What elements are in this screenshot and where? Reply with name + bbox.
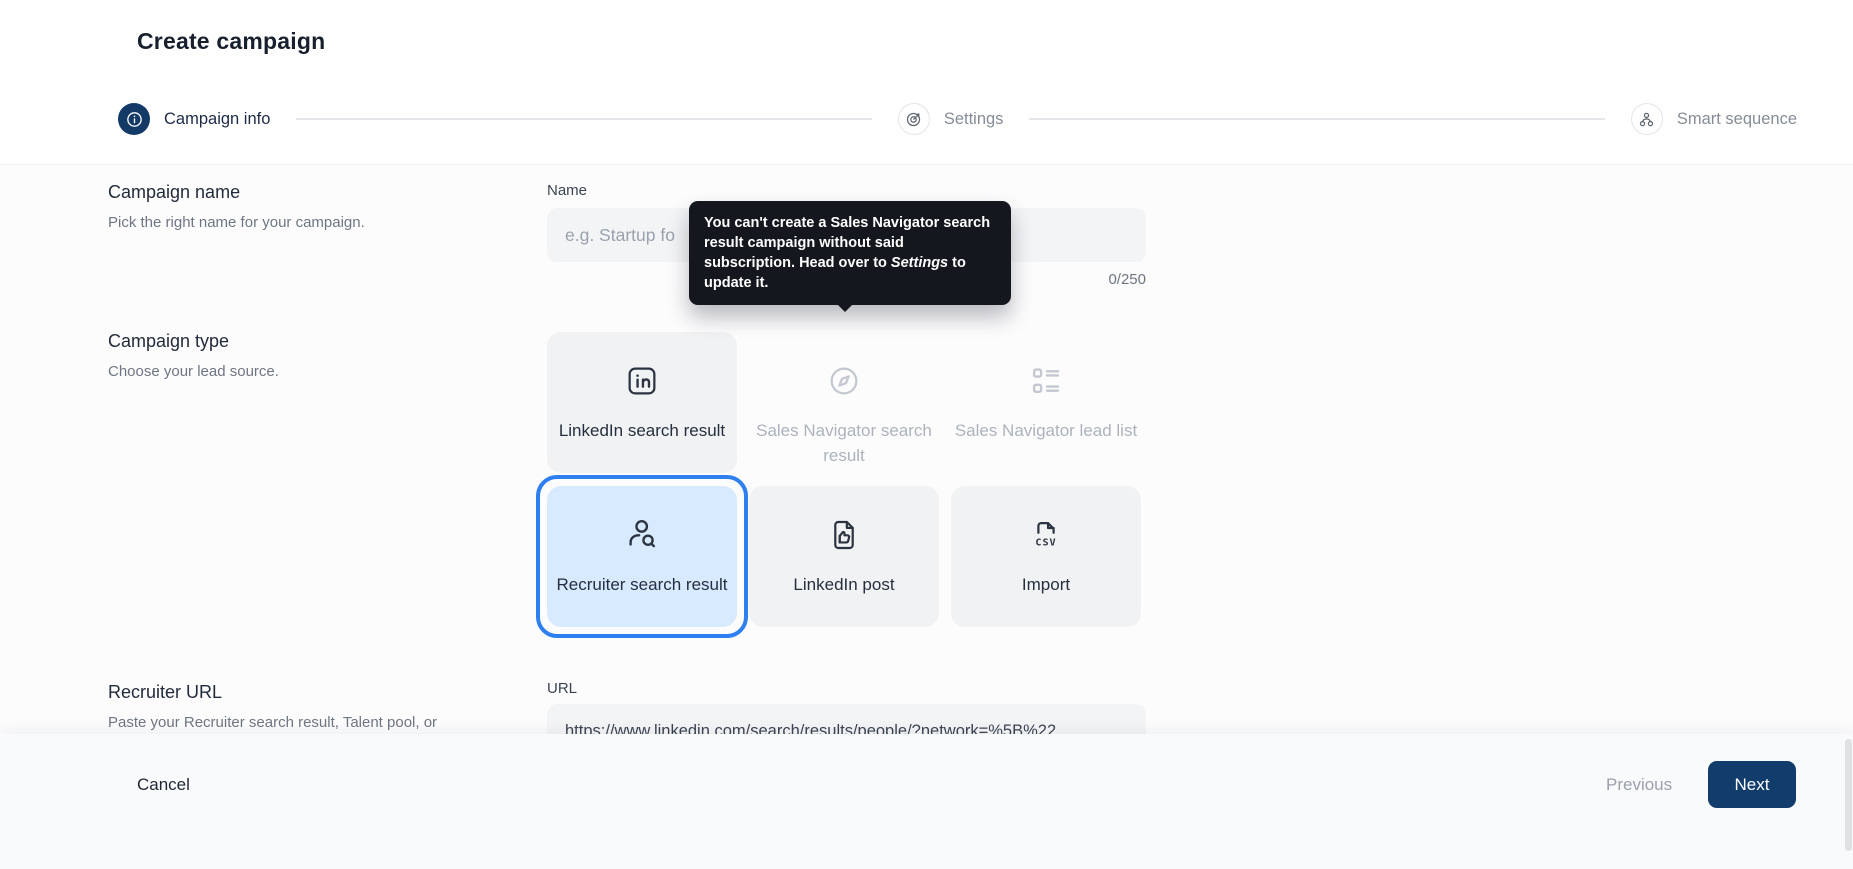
header: Create campaign Campaign info (0, 0, 1853, 165)
campaign-name-heading: Campaign name (108, 182, 478, 203)
tile-linkedin-search-result[interactable]: LinkedIn search result (547, 332, 737, 473)
compass-icon (824, 361, 864, 401)
tile-import[interactable]: CSV Import (951, 486, 1141, 627)
campaign-type-description: Choose your lead source. (108, 361, 478, 382)
linkedin-icon (622, 361, 662, 401)
csv-icon: CSV (1026, 515, 1066, 555)
tile-sales-navigator-lead-list[interactable]: Sales Navigator lead list (951, 332, 1141, 473)
recruiter-search-icon (622, 515, 662, 555)
tile-recruiter-search-result[interactable]: Recruiter search result (547, 486, 737, 627)
next-button[interactable]: Next (1708, 761, 1796, 808)
tile-label: Sales Navigator search result (749, 418, 939, 468)
step-label: Smart sequence (1677, 110, 1797, 129)
tile-sales-navigator-search-result[interactable]: Sales Navigator search result (749, 332, 939, 473)
url-field-label: URL (547, 680, 577, 697)
campaign-type-options: LinkedIn search result Sales Navigator s… (547, 332, 1141, 627)
campaign-name-description: Pick the right name for your campaign. (108, 212, 478, 233)
campaign-type-section: Campaign type Choose your lead source. (108, 331, 478, 382)
step-smart-sequence[interactable]: Smart sequence (1631, 103, 1797, 135)
step-settings[interactable]: Settings (898, 103, 1004, 135)
name-field-label: Name (547, 182, 587, 199)
step-campaign-info[interactable]: Campaign info (118, 103, 270, 135)
tile-label: Sales Navigator lead list (955, 418, 1137, 443)
tile-label: LinkedIn search result (559, 418, 725, 443)
recruiter-url-heading: Recruiter URL (108, 682, 478, 703)
cancel-button[interactable]: Cancel (137, 761, 190, 808)
svg-text:CSV: CSV (1035, 537, 1056, 548)
tile-label: Recruiter search result (556, 572, 727, 597)
tile-linkedin-post[interactable]: LinkedIn post (749, 486, 939, 627)
page-title: Create campaign (137, 28, 325, 55)
footer-bar (0, 734, 1853, 869)
campaign-type-heading: Campaign type (108, 331, 478, 352)
scrollbar[interactable] (1845, 739, 1852, 851)
linkedin-post-icon (824, 515, 864, 555)
tile-label: Import (1022, 572, 1070, 597)
create-campaign-page: Create campaign Campaign info (0, 0, 1853, 869)
sales-navigator-tooltip: You can't create a Sales Navigator searc… (689, 201, 1011, 305)
previous-button[interactable]: Previous (1606, 761, 1672, 808)
sitemap-icon (1631, 103, 1663, 135)
step-connector (1029, 118, 1604, 120)
step-label: Settings (944, 110, 1004, 129)
step-connector (296, 118, 871, 120)
lead-list-icon (1026, 361, 1066, 401)
campaign-name-section: Campaign name Pick the right name for yo… (108, 182, 478, 233)
info-icon (118, 103, 150, 135)
step-label: Campaign info (164, 110, 270, 129)
stepper: Campaign info Settings (118, 100, 1797, 138)
tooltip-emphasis: Settings (891, 255, 948, 271)
target-icon (898, 103, 930, 135)
tile-label: LinkedIn post (793, 572, 894, 597)
